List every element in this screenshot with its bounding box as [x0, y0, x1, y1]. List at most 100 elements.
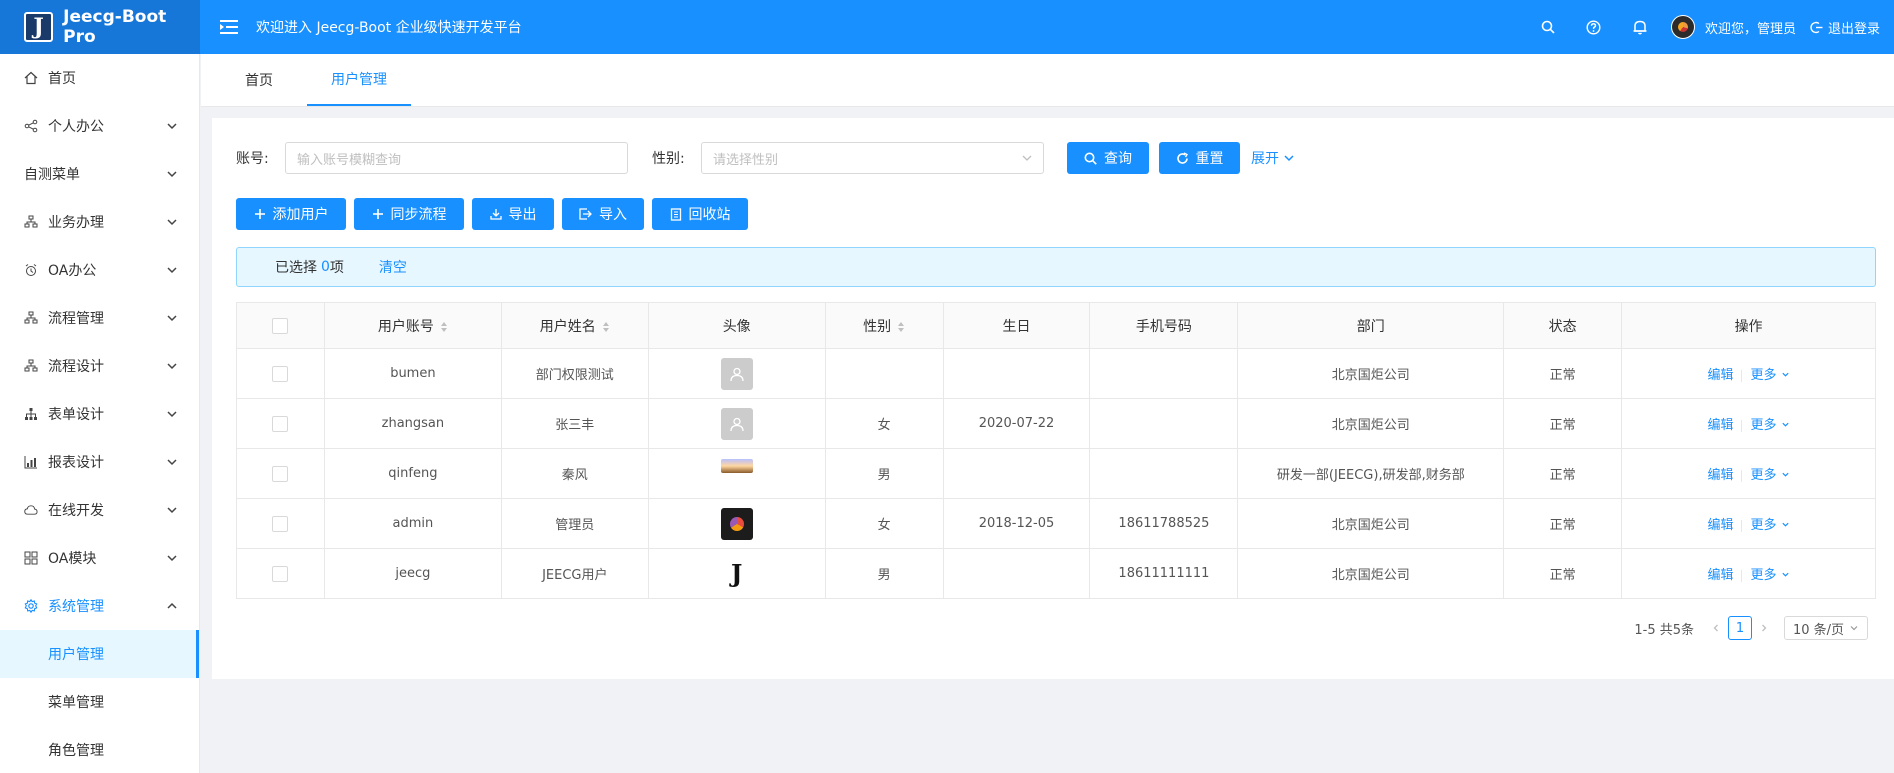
bell-icon[interactable]: [1617, 0, 1663, 54]
logout-button[interactable]: 退出登录: [1810, 18, 1880, 37]
table-row: zhangsan 张三丰 女 2020-07-22 北京国炬公司 正常 编辑 更多: [236, 398, 1876, 449]
import-button[interactable]: 导入: [562, 198, 644, 230]
logout-label: 退出登录: [1827, 21, 1880, 37]
page-number-button[interactable]: 1: [1728, 616, 1752, 640]
more-dropdown[interactable]: 更多: [1750, 368, 1789, 383]
sidebar-item-oa-module[interactable]: OA模块: [0, 534, 199, 582]
export-button[interactable]: 导出: [472, 198, 554, 230]
column-header-actions: 操作: [1621, 302, 1876, 349]
pagination: 1-5 共5条 1 10 条/页: [1634, 616, 1868, 640]
column-header-gender[interactable]: 性别: [825, 302, 944, 349]
sidebar-item-online-dev[interactable]: 在线开发: [0, 486, 199, 534]
avatar[interactable]: J: [720, 557, 753, 590]
column-header-account[interactable]: 用户账号: [324, 302, 502, 349]
sidebar-item-process-mgmt[interactable]: 流程管理: [0, 294, 199, 342]
avatar[interactable]: [720, 357, 753, 390]
column-header-phone: 手机号码: [1089, 302, 1239, 349]
more-label: 更多: [1750, 368, 1777, 383]
column-header-avatar: 头像: [648, 302, 826, 349]
more-dropdown[interactable]: 更多: [1750, 518, 1789, 533]
edit-link[interactable]: 编辑: [1707, 468, 1733, 483]
cluster-icon: [24, 215, 38, 229]
sidebar-item-home[interactable]: 首页: [0, 54, 199, 102]
chevron-down-icon: [1782, 372, 1789, 377]
sort-icon: [602, 321, 609, 332]
avatar: [1670, 15, 1695, 39]
chevron-down-icon: [167, 507, 177, 514]
sidebar-item-report-design[interactable]: 报表设计: [0, 438, 199, 486]
avatar[interactable]: [720, 407, 753, 440]
sidebar: 首页 个人办公 自测菜单 业务办理 OA办公 流程管理 流程设计 表单设计 报表…: [0, 54, 200, 773]
sync-flow-button[interactable]: 同步流程: [354, 198, 464, 230]
recycle-bin-icon: [670, 207, 681, 221]
cell-actions: 编辑 更多: [1621, 448, 1876, 499]
user-menu[interactable]: 欢迎您，管理员: [1670, 15, 1796, 39]
sidebar-item-label: 流程管理: [48, 311, 104, 327]
page-size-select[interactable]: 10 条/页: [1784, 616, 1868, 640]
apartment-icon: [24, 407, 38, 421]
edit-link[interactable]: 编辑: [1707, 368, 1733, 383]
sidebar-item-business[interactable]: 业务办理: [0, 198, 199, 246]
row-checkbox[interactable]: [272, 415, 289, 432]
cell-phone: [1089, 348, 1239, 399]
more-label: 更多: [1750, 518, 1777, 533]
more-dropdown[interactable]: 更多: [1750, 568, 1789, 583]
row-checkbox[interactable]: [272, 365, 289, 382]
row-checkbox[interactable]: [272, 565, 289, 582]
sidebar-item-process-design[interactable]: 流程设计: [0, 342, 199, 390]
query-button[interactable]: 查询: [1067, 142, 1149, 174]
table-row: jeecg JEECG用户 J 男 18611111111 北京国炬公司 正常 …: [236, 548, 1876, 599]
reload-icon: [1176, 151, 1188, 164]
sidebar-item-self-test[interactable]: 自测菜单: [0, 150, 199, 198]
row-checkbox[interactable]: [272, 465, 289, 482]
cell-name: JEECG用户: [501, 548, 649, 599]
column-header-name[interactable]: 用户姓名: [501, 302, 649, 349]
cell-birthday: [943, 448, 1091, 499]
chevron-down-icon: [167, 315, 177, 322]
chevron-down-icon: [1782, 422, 1789, 427]
sidebar-item-label: OA办公: [48, 263, 97, 279]
gender-select[interactable]: 请选择性别: [701, 142, 1044, 174]
cell-dept: 北京国炬公司: [1237, 498, 1505, 549]
sidebar-item-system-mgmt[interactable]: 系统管理: [0, 582, 199, 630]
prev-page-button[interactable]: [1704, 616, 1728, 640]
plus-icon: [372, 209, 383, 219]
more-dropdown[interactable]: 更多: [1750, 418, 1789, 433]
edit-link[interactable]: 编辑: [1707, 418, 1733, 433]
chevron-down-icon: [1782, 522, 1789, 527]
avatar[interactable]: [720, 458, 753, 473]
edit-link[interactable]: 编辑: [1707, 568, 1733, 583]
gender-label: 性别:: [652, 151, 685, 167]
sidebar-item-label: 首页: [48, 71, 76, 87]
clear-selection-link[interactable]: 清空: [379, 257, 407, 277]
column-header-status: 状态: [1503, 302, 1623, 349]
main-panel: 账号: 输入账号模糊查询 性别: 请选择性别 查询 重置 展开 添加用户 同步流…: [212, 118, 1894, 679]
tab-home[interactable]: 首页: [225, 54, 293, 106]
sidebar-item-oa-office[interactable]: OA办公: [0, 246, 199, 294]
chevron-down-icon: [167, 219, 177, 226]
expand-link[interactable]: 展开: [1251, 148, 1295, 168]
sidebar-subitem-user-mgmt[interactable]: 用户管理: [0, 630, 199, 678]
avatar[interactable]: [720, 507, 753, 540]
help-icon[interactable]: [1571, 0, 1617, 54]
cell-account: jeecg: [324, 548, 502, 599]
sidebar-subitem-role-mgmt[interactable]: 角色管理: [0, 726, 199, 773]
add-user-button[interactable]: 添加用户: [236, 198, 346, 230]
tab-user-mgmt[interactable]: 用户管理: [307, 54, 411, 106]
more-dropdown[interactable]: 更多: [1750, 468, 1789, 483]
pagination-summary: 1-5 共5条: [1634, 622, 1694, 638]
logo[interactable]: J Jeecg-Boot Pro: [0, 0, 200, 54]
menu-fold-icon[interactable]: [218, 16, 240, 38]
sidebar-subitem-menu-mgmt[interactable]: 菜单管理: [0, 678, 199, 726]
edit-link[interactable]: 编辑: [1707, 518, 1733, 533]
row-checkbox[interactable]: [272, 515, 289, 532]
column-header-birthday: 生日: [943, 302, 1091, 349]
recycle-bin-button[interactable]: 回收站: [652, 198, 748, 230]
account-search-input[interactable]: 输入账号模糊查询: [285, 142, 628, 174]
next-page-button[interactable]: [1752, 616, 1776, 640]
reset-button[interactable]: 重置: [1159, 142, 1240, 174]
search-icon[interactable]: [1525, 0, 1571, 54]
sidebar-item-form-design[interactable]: 表单设计: [0, 390, 199, 438]
sidebar-item-personal-office[interactable]: 个人办公: [0, 102, 199, 150]
select-all-checkbox[interactable]: [272, 317, 289, 334]
